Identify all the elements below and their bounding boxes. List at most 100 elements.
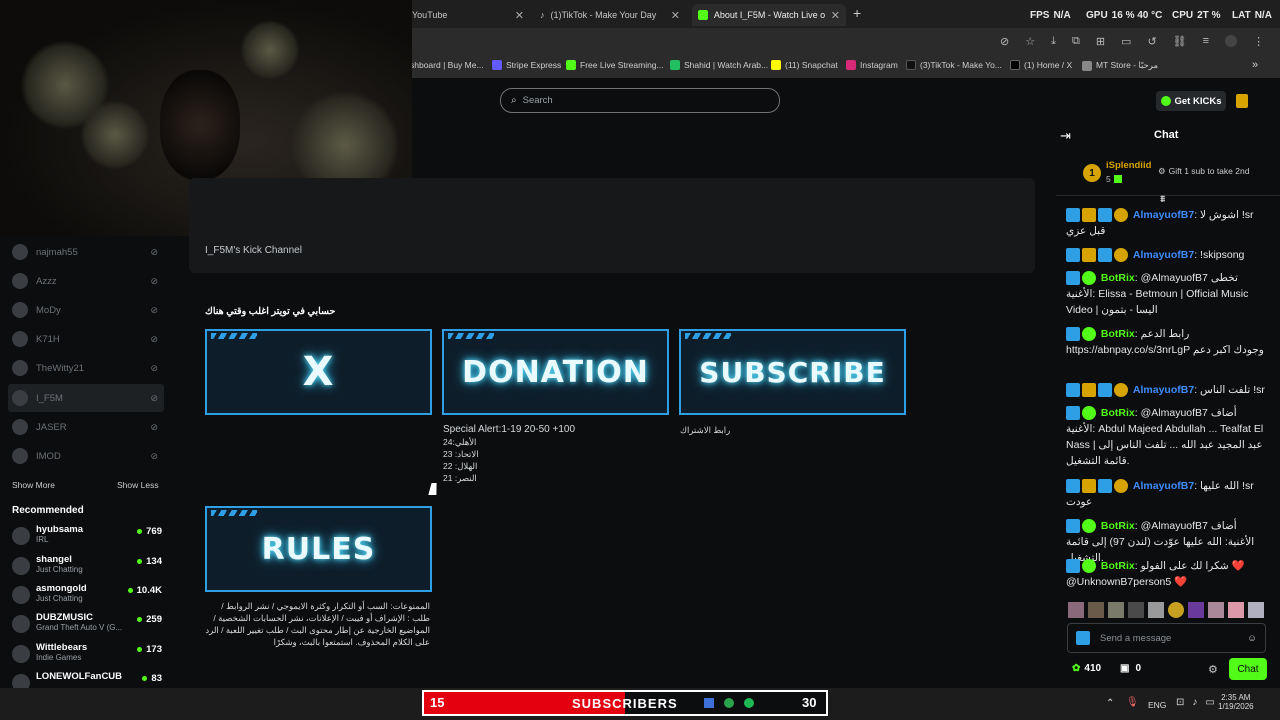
bookmark-item[interactable]: Instagram — [846, 60, 898, 70]
new-tab-button[interactable]: + — [853, 5, 861, 21]
menu-lines-icon[interactable]: ≡ — [1203, 35, 1209, 48]
close-icon[interactable]: ✕ — [515, 9, 524, 22]
cpu-readout: CPU 2T % — [1172, 10, 1221, 21]
panel-donation[interactable]: DONATION — [442, 329, 669, 415]
sidebar-item-k71h[interactable]: K71H ⊘ — [8, 325, 164, 353]
sidebar-item-mody[interactable]: MoDy ⊘ — [8, 296, 164, 324]
kick-icon — [698, 10, 708, 20]
taskbar-apps[interactable] — [704, 698, 754, 708]
subscribe-text[interactable]: رابط الاشتراك — [680, 424, 730, 436]
sidebar-item-imod[interactable]: IMOD ⊘ — [8, 442, 164, 470]
show-more-button[interactable]: Show More — [12, 480, 55, 490]
redeem-count[interactable]: ▣ 0 — [1120, 663, 1141, 674]
bookmark-item[interactable]: (1) Home / X — [1010, 60, 1072, 70]
panel-x[interactable]: X — [205, 329, 432, 415]
recommended-item[interactable]: DUBZMUSIC Grand Theft Auto V (G... 259 — [12, 612, 162, 638]
close-icon[interactable]: ✕ — [671, 9, 680, 22]
emoji-icon[interactable]: ☺ — [1247, 633, 1257, 644]
link-icon[interactable]: ⛓ — [1173, 35, 1187, 48]
xbox-icon — [724, 698, 734, 708]
volume-icon: ♪ — [1192, 697, 1198, 708]
clock[interactable]: 2:35 AM 1/19/2026 — [1218, 693, 1254, 711]
sidebar-item-jaser[interactable]: JASER ⊘ — [8, 413, 164, 441]
recommended-item[interactable]: hyubsama IRL 769 — [12, 524, 162, 550]
avatar — [12, 390, 28, 406]
rules-text: الممنوعات: السب أو التكرار وكثرة الايموج… — [205, 601, 430, 647]
bookmark-item[interactable]: (3)TikTok - Make Yo... — [906, 60, 1002, 70]
store-icon — [1082, 60, 1092, 71]
offline-icon: ⊘ — [150, 275, 158, 286]
avatar — [12, 331, 28, 347]
tab-tiktok[interactable]: ♪ (1)TikTok - Make Your Day ✕ — [534, 4, 686, 26]
recommended-item[interactable]: Wittlebears Indie Games 173 — [12, 642, 162, 668]
star-icon[interactable]: ☆ — [1025, 35, 1035, 48]
avatar — [12, 360, 28, 376]
tab-youtube[interactable]: YouTube ✕ — [406, 4, 530, 26]
bookmark-item[interactable]: Shahid | Watch Arab... — [670, 60, 768, 70]
microphone-icon[interactable]: 🎙 — [1126, 697, 1139, 708]
avatar — [12, 302, 28, 318]
subs-goal: 30 — [802, 695, 817, 710]
chat-message: BotRix: رابط الدعم https://abnpay.co/s/3… — [1066, 327, 1264, 357]
rewards-icon[interactable] — [1236, 94, 1248, 108]
avatar — [12, 448, 28, 464]
wallet-icon[interactable]: ▭ — [1121, 35, 1131, 48]
bookmark-item[interactable]: (11) Snapchat — [771, 60, 838, 70]
bookmark-item[interactable]: Stripe Express — [492, 60, 561, 70]
bookmark-item[interactable]: MT Store - مرحبًا — [1082, 60, 1158, 71]
avatar — [12, 273, 28, 289]
kebab-menu-icon[interactable]: ⋮ — [1253, 35, 1264, 48]
extensions-icon[interactable]: ⧉ — [1072, 35, 1080, 48]
donation-text: Special Alert:1-19 20-50 +100 الأهلي:24 … — [443, 424, 576, 483]
send-chat-button[interactable]: Chat — [1229, 658, 1267, 680]
channel-points[interactable]: ✿ 410 — [1072, 663, 1101, 674]
avatar — [12, 645, 30, 663]
gift-sub-text[interactable]: Gift 1 sub to take 2nd — [1169, 166, 1250, 177]
avatar — [12, 615, 30, 633]
language-indicator[interactable]: ENG — [1148, 700, 1166, 710]
chevron-up-icon[interactable]: ⌃ — [1106, 698, 1114, 709]
subscribers-goal-bar: 15 SUBSCRIBERS 30 — [422, 690, 828, 716]
store-icon: ▣ — [1120, 663, 1130, 674]
panel-x-title: X — [302, 349, 335, 395]
chat-message: BotRix: @AlmayuofB7 أضاف الأغنية: Abdul … — [1066, 406, 1264, 468]
gift-leaderboard: 1 iSplendiid 5 ⚙ Gift 1 sub to take 2nd — [1056, 152, 1280, 196]
close-icon[interactable]: ✕ — [831, 9, 840, 22]
panel-heading: حسابي في تويتر اغلب وقتي هناك — [205, 306, 336, 317]
avatar — [12, 244, 28, 260]
show-less-button[interactable]: Show Less — [117, 480, 159, 490]
sidebar-item-azzz[interactable]: Azzz ⊘ — [8, 267, 164, 295]
tab-kick[interactable]: About I_F5M - Watch Live on Ki ✕ — [692, 4, 846, 26]
recommended-item[interactable]: asmongold Just Chatting 10.4K — [12, 583, 162, 609]
pinned-filter-icon[interactable]: ⩩ — [1160, 194, 1165, 205]
panel-rules[interactable]: RULES — [205, 506, 432, 592]
bookmark-item[interactable]: Free Live Streaming... — [566, 60, 664, 70]
top-gifter-name[interactable]: iSplendiid — [1106, 160, 1151, 171]
search-input[interactable]: ⌕ Search — [500, 88, 780, 113]
chat-input-placeholder: Send a message — [1100, 632, 1172, 644]
avatar — [12, 586, 30, 604]
sidebar-item-najmah55[interactable]: najmah55 ⊘ — [8, 238, 164, 266]
sidebar-item-thewitty21[interactable]: TheWitty21 ⊘ — [8, 354, 164, 382]
system-tray[interactable]: ⊡ ♪ ▭ — [1176, 697, 1215, 708]
more-bookmarks-icon[interactable]: » — [1252, 59, 1258, 71]
recommended-item[interactable]: shangel Just Chatting 134 — [12, 554, 162, 580]
collapse-chat-icon[interactable]: ⇥ — [1060, 128, 1071, 144]
offline-icon: ⊘ — [150, 333, 158, 344]
eye-off-icon[interactable]: ⊘ — [1000, 35, 1009, 48]
badge-icon[interactable] — [1076, 631, 1090, 645]
emote-strip[interactable] — [1068, 602, 1266, 618]
panel-subscribe[interactable]: SUBSCRIBE — [679, 329, 906, 415]
history-icon[interactable]: ↺ — [1147, 35, 1156, 48]
recommended-title: Recommended — [12, 505, 84, 516]
avatar[interactable] — [1225, 35, 1238, 47]
shahid-icon — [670, 60, 680, 70]
get-kicks-button[interactable]: Get KICKs — [1156, 91, 1226, 111]
download-icon[interactable]: ⤓ — [1051, 35, 1056, 48]
sidebar-item-i-f5m[interactable]: I_F5M ⊘ — [8, 384, 164, 412]
chat-settings-icon[interactable]: ⚙ — [1208, 663, 1218, 676]
chat-message-input[interactable]: Send a message ☺ — [1067, 623, 1266, 653]
bookmark-item[interactable]: shboard | Buy Me... — [410, 60, 484, 70]
points-icon: ✿ — [1072, 663, 1081, 674]
translate-icon[interactable]: ⊞ — [1096, 35, 1105, 48]
